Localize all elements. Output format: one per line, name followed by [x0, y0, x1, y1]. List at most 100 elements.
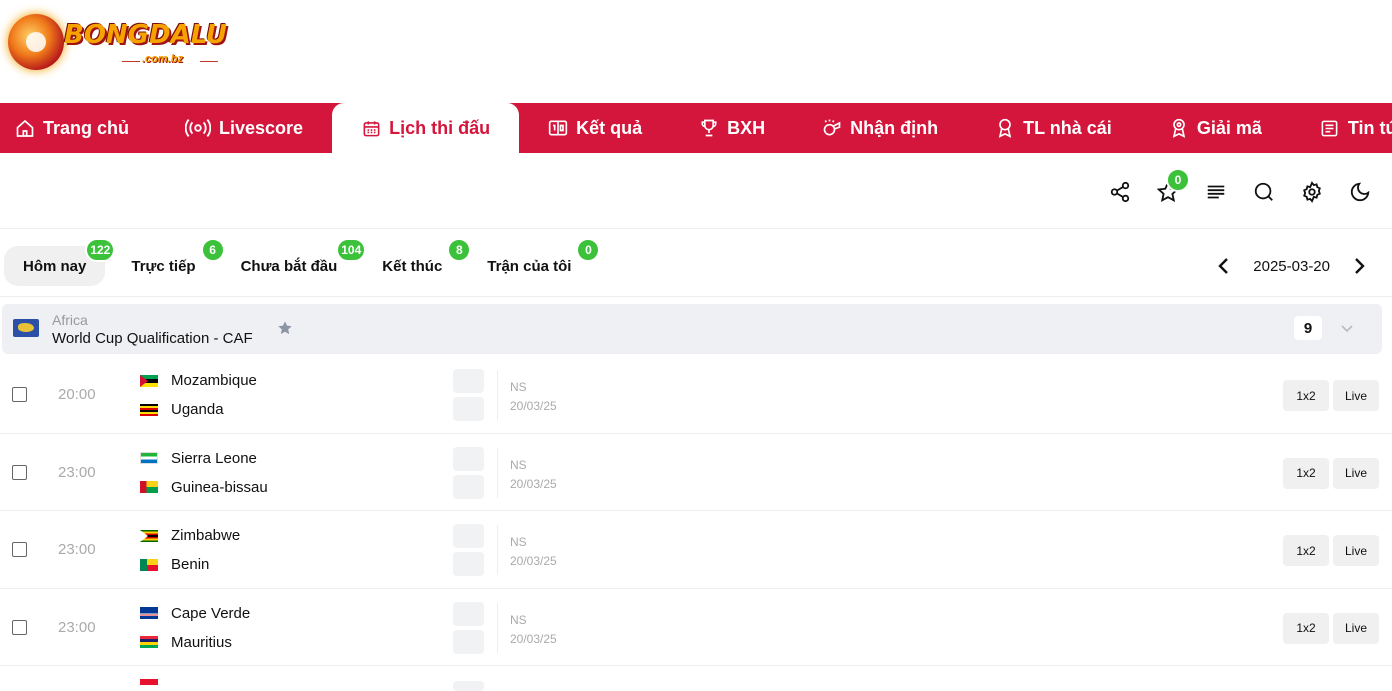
- lines-icon: [1207, 185, 1225, 199]
- nav-item-livescore[interactable]: Livescore: [185, 103, 303, 153]
- odds-button[interactable]: 1x2: [1283, 535, 1329, 566]
- odds-button[interactable]: 1x2: [1283, 612, 1329, 644]
- away-team[interactable]: Uganda: [140, 401, 224, 418]
- match-status: NS: [510, 612, 527, 627]
- tab-finished[interactable]: Kết thúc 8: [363, 238, 472, 286]
- tab-today[interactable]: Hôm nay 122: [4, 238, 116, 286]
- match-checkbox[interactable]: [12, 542, 27, 557]
- logo-subtext: .com.bz: [142, 53, 183, 65]
- match-date: 20/03/25: [510, 399, 557, 413]
- team-name: Zimbabwe: [171, 527, 241, 544]
- home-team[interactable]: Zimbabwe: [140, 527, 240, 544]
- search-icon: [1254, 182, 1273, 201]
- match-date: 20/03/25: [510, 631, 557, 646]
- home-team[interactable]: [140, 679, 171, 691]
- home-score-box: [453, 601, 484, 626]
- nav-item-home[interactable]: Trang chủ: [15, 103, 129, 153]
- match-time: 23:00: [58, 463, 96, 481]
- live-button[interactable]: Live: [1333, 612, 1379, 644]
- nav-item-predictions[interactable]: Nhận định: [822, 103, 938, 153]
- nav-label: Livescore: [219, 117, 304, 138]
- nav-item-bookmaker[interactable]: TL nhà cái: [995, 103, 1112, 153]
- home-team[interactable]: Cape Verde: [140, 605, 250, 622]
- match-checkbox[interactable]: [12, 619, 27, 635]
- dark-mode-toggle[interactable]: [1348, 180, 1372, 204]
- nav-label: BXH: [727, 117, 766, 138]
- live-button[interactable]: Live: [1333, 457, 1379, 489]
- nav-label: Trang chủ: [43, 117, 130, 138]
- odds-button[interactable]: 1x2: [1283, 457, 1329, 489]
- match-status: NS: [510, 457, 527, 472]
- share-button[interactable]: [1108, 180, 1132, 204]
- search-button[interactable]: [1252, 180, 1276, 204]
- nav-item-schedule[interactable]: Lịch thi đấu: [332, 103, 520, 153]
- away-score-box: [453, 552, 484, 576]
- league-match-count: 9: [1294, 316, 1322, 340]
- tab-upcoming[interactable]: Chưa bắt đầu 104: [222, 238, 367, 286]
- broadcast-icon: [185, 118, 212, 138]
- home-icon: [15, 118, 35, 138]
- team-name: Guinea-bissau: [171, 478, 268, 496]
- home-score-box: [453, 524, 484, 548]
- away-score-box: [453, 474, 484, 499]
- odds-button[interactable]: 1x2: [1283, 380, 1329, 411]
- cape-verde-flag-icon: [140, 607, 158, 619]
- home-team[interactable]: Sierra Leone: [140, 450, 257, 467]
- team-name: Cape Verde: [171, 604, 251, 622]
- away-team[interactable]: Mauritius: [140, 634, 232, 651]
- league-header[interactable]: Africa World Cup Qualification - CAF 9: [2, 304, 1382, 354]
- sierra-leone-flag-icon: [140, 452, 158, 464]
- live-button[interactable]: Live: [1333, 380, 1379, 411]
- match-time: 20:00: [58, 386, 96, 403]
- nav-item-standings[interactable]: BXH: [699, 103, 765, 153]
- match-row[interactable]: 23:00 Sierra Leone Guinea-bissau NS 20/0…: [0, 434, 1392, 511]
- match-status: NS: [510, 535, 527, 549]
- team-name: Sierra Leone: [171, 449, 257, 467]
- moon-icon: [1350, 182, 1370, 202]
- benin-flag-icon: [140, 558, 158, 571]
- date-navigator: 2025-03-20: [1213, 254, 1370, 278]
- team-name: Mozambique: [171, 372, 257, 389]
- home-team[interactable]: Mozambique: [140, 372, 257, 389]
- team-name: Mauritius: [171, 633, 232, 651]
- prev-date-button[interactable]: [1213, 254, 1233, 278]
- match-row[interactable]: 23:00 Cape Verde Mauritius NS 20/03/25 1…: [0, 589, 1392, 666]
- match-checkbox[interactable]: [12, 464, 27, 480]
- tab-live[interactable]: Trực tiếp 6: [112, 238, 225, 286]
- live-button[interactable]: Live: [1333, 535, 1379, 566]
- tab-label: Kết thúc: [382, 257, 443, 275]
- away-team[interactable]: Guinea-bissau: [140, 479, 268, 496]
- favorites-button[interactable]: 0: [1156, 168, 1190, 204]
- star-icon[interactable]: [277, 320, 293, 336]
- away-score-box: [453, 629, 484, 654]
- news-icon: [1320, 118, 1340, 138]
- gear-icon: [1303, 181, 1321, 203]
- nav-label: TL nhà cái: [1023, 117, 1112, 138]
- scoreboard-icon: [548, 118, 568, 138]
- site-logo[interactable]: BONGDALU .com.bz: [4, 0, 227, 80]
- match-row[interactable]: 23:00 Zimbabwe Benin NS 20/03/25 1x2 Liv…: [0, 511, 1392, 589]
- away-team[interactable]: Benin: [140, 556, 209, 573]
- tab-my-matches[interactable]: Trận của tôi 0: [468, 238, 601, 286]
- current-date[interactable]: 2025-03-20: [1253, 258, 1330, 275]
- nav-item-decode[interactable]: Giải mã: [1169, 103, 1262, 153]
- settings-button[interactable]: [1300, 180, 1324, 204]
- away-score-box: [453, 397, 484, 421]
- match-row[interactable]: 20:00 Mozambique Uganda NS 20/03/25 1x2 …: [0, 356, 1392, 434]
- africa-flag-icon: [13, 319, 39, 337]
- home-score-box: [453, 681, 484, 691]
- nav-label: Kết quả: [576, 117, 643, 138]
- share-icon: [1110, 181, 1130, 203]
- medal-icon: [1169, 118, 1189, 138]
- next-date-button[interactable]: [1350, 254, 1370, 278]
- chevron-down-icon[interactable]: [1340, 321, 1354, 335]
- nav-label: Lịch thi đấu: [389, 117, 491, 138]
- menu-button[interactable]: [1204, 180, 1228, 204]
- trophy-icon: [699, 118, 719, 138]
- match-checkbox[interactable]: [12, 387, 27, 402]
- nav-item-news[interactable]: Tin tức: [1320, 103, 1392, 153]
- match-row[interactable]: [0, 666, 1392, 691]
- nav-item-results[interactable]: Kết quả: [548, 103, 642, 153]
- flag-icon: [140, 679, 158, 691]
- tab-count-badge: 0: [576, 238, 601, 262]
